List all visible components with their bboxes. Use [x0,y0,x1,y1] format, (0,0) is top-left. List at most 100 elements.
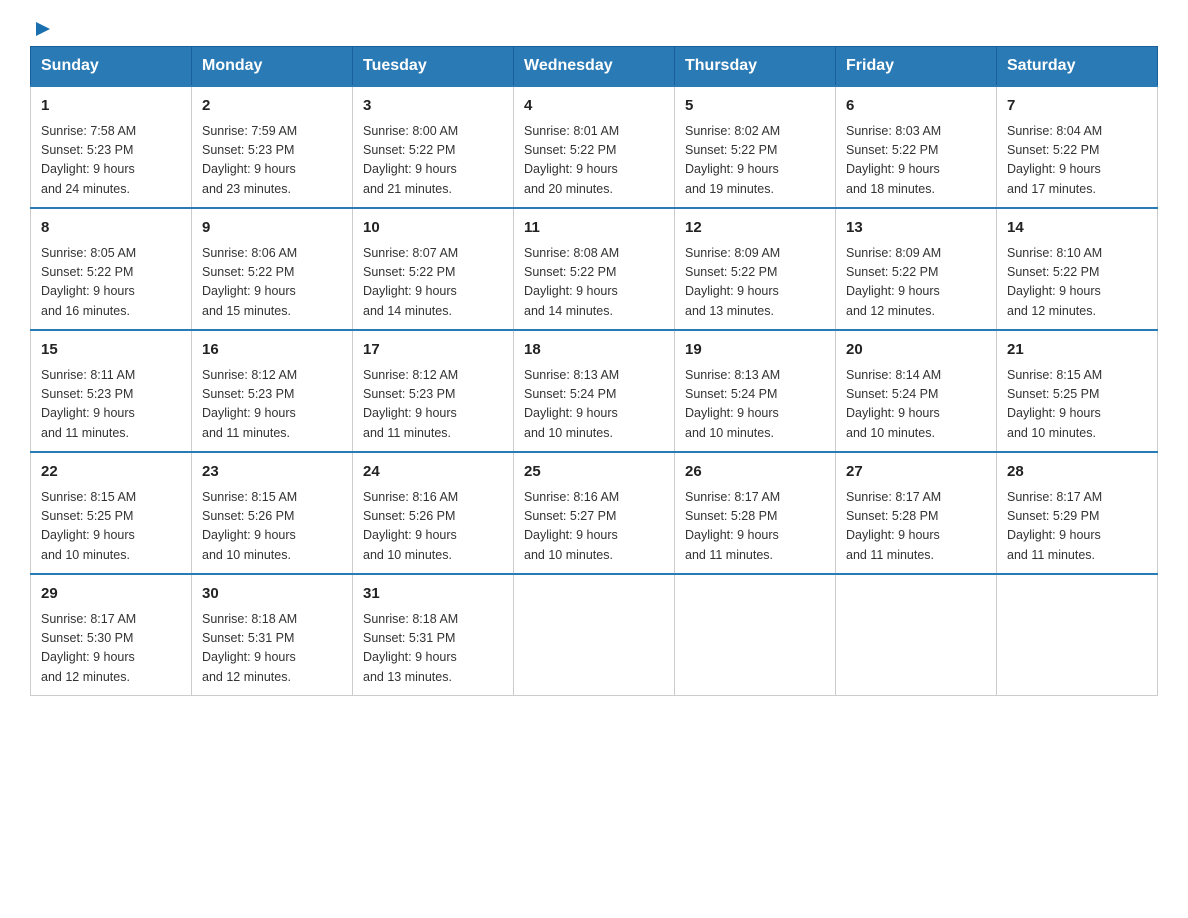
calendar-cell: 25Sunrise: 8:16 AMSunset: 5:27 PMDayligh… [514,452,675,574]
calendar-cell: 15Sunrise: 8:11 AMSunset: 5:23 PMDayligh… [31,330,192,452]
day-info: Sunrise: 8:13 AMSunset: 5:24 PMDaylight:… [685,366,825,444]
calendar-cell: 20 Sunrise: 8:14 AMSunset: 5:24 PMDayligh… [836,330,997,452]
day-number: 25 [524,461,664,484]
calendar-cell: 8 Sunrise: 8:05 AMSunset: 5:22 PMDaylight… [31,208,192,330]
calendar-cell: 24 Sunrise: 8:16 AMSunset: 5:26 PMDayligh… [353,452,514,574]
day-info: Sunrise: 8:17 AMSunset: 5:30 PMDaylight:… [41,610,181,688]
calendar-cell: 16 Sunrise: 8:12 AMSunset: 5:23 PMDayligh… [192,330,353,452]
calendar-cell: 13Sunrise: 8:09 AMSunset: 5:22 PMDayligh… [836,208,997,330]
day-info: Sunrise: 8:15 AMSunset: 5:26 PMDaylight:… [202,488,342,566]
day-info: Sunrise: 8:09 AMSunset: 5:22 PMDaylight:… [846,244,986,322]
day-info: Sunrise: 8:02 AMSunset: 5:22 PMDaylight:… [685,122,825,200]
logo [30,20,54,36]
day-info: Sunrise: 8:17 AMSunset: 5:29 PMDaylight:… [1007,488,1147,566]
day-info: Sunrise: 8:12 AMSunset: 5:23 PMDaylight:… [202,366,342,444]
day-number: 30 [202,583,342,606]
day-number: 21 [1007,339,1147,362]
calendar-cell: 9 Sunrise: 8:06 AMSunset: 5:22 PMDaylight… [192,208,353,330]
day-info: Sunrise: 8:03 AMSunset: 5:22 PMDaylight:… [846,122,986,200]
calendar-cell: 4 Sunrise: 8:01 AMSunset: 5:22 PMDaylight… [514,86,675,208]
calendar-cell: 18 Sunrise: 8:13 AMSunset: 5:24 PMDayligh… [514,330,675,452]
day-info: Sunrise: 8:14 AMSunset: 5:24 PMDaylight:… [846,366,986,444]
day-header-tuesday: Tuesday [353,47,514,87]
day-header-thursday: Thursday [675,47,836,87]
calendar-cell: 12Sunrise: 8:09 AMSunset: 5:22 PMDayligh… [675,208,836,330]
day-number: 16 [202,339,342,362]
calendar-cell: 19 Sunrise: 8:13 AMSunset: 5:24 PMDayligh… [675,330,836,452]
day-header-saturday: Saturday [997,47,1158,87]
day-number: 23 [202,461,342,484]
day-header-sunday: Sunday [31,47,192,87]
calendar-body: 1 Sunrise: 7:58 AMSunset: 5:23 PMDaylight… [31,86,1158,696]
day-number: 8 [41,217,181,240]
calendar-cell: 23 Sunrise: 8:15 AMSunset: 5:26 PMDayligh… [192,452,353,574]
day-info: Sunrise: 8:18 AMSunset: 5:31 PMDaylight:… [202,610,342,688]
day-info: Sunrise: 8:17 AMSunset: 5:28 PMDaylight:… [846,488,986,566]
calendar-header: SundayMondayTuesdayWednesdayThursdayFrid… [31,47,1158,87]
day-info: Sunrise: 8:13 AMSunset: 5:24 PMDaylight:… [524,366,664,444]
calendar-week-1: 1 Sunrise: 7:58 AMSunset: 5:23 PMDaylight… [31,86,1158,208]
day-number: 9 [202,217,342,240]
day-number: 19 [685,339,825,362]
calendar-cell: 29 Sunrise: 8:17 AMSunset: 5:30 PMDayligh… [31,574,192,696]
day-info: Sunrise: 8:12 AMSunset: 5:23 PMDaylight:… [363,366,503,444]
calendar-cell: 21 Sunrise: 8:15 AMSunset: 5:25 PMDayligh… [997,330,1158,452]
calendar-cell: 10Sunrise: 8:07 AMSunset: 5:22 PMDayligh… [353,208,514,330]
calendar-cell: 30 Sunrise: 8:18 AMSunset: 5:31 PMDayligh… [192,574,353,696]
calendar-cell: 11 Sunrise: 8:08 AMSunset: 5:22 PMDayligh… [514,208,675,330]
day-info: Sunrise: 8:08 AMSunset: 5:22 PMDaylight:… [524,244,664,322]
day-number: 14 [1007,217,1147,240]
calendar-cell: 17 Sunrise: 8:12 AMSunset: 5:23 PMDayligh… [353,330,514,452]
calendar-table: SundayMondayTuesdayWednesdayThursdayFrid… [30,46,1158,696]
calendar-week-2: 8 Sunrise: 8:05 AMSunset: 5:22 PMDaylight… [31,208,1158,330]
day-info: Sunrise: 8:07 AMSunset: 5:22 PMDaylight:… [363,244,503,322]
day-info: Sunrise: 8:00 AMSunset: 5:22 PMDaylight:… [363,122,503,200]
logo-arrow-icon [32,18,54,40]
day-number: 3 [363,95,503,118]
day-number: 12 [685,217,825,240]
calendar-cell: 7 Sunrise: 8:04 AMSunset: 5:22 PMDaylight… [997,86,1158,208]
calendar-week-5: 29 Sunrise: 8:17 AMSunset: 5:30 PMDayligh… [31,574,1158,696]
calendar-cell: 1 Sunrise: 7:58 AMSunset: 5:23 PMDaylight… [31,86,192,208]
day-number: 17 [363,339,503,362]
calendar-cell: 6 Sunrise: 8:03 AMSunset: 5:22 PMDaylight… [836,86,997,208]
day-info: Sunrise: 8:05 AMSunset: 5:22 PMDaylight:… [41,244,181,322]
day-info: Sunrise: 7:58 AMSunset: 5:23 PMDaylight:… [41,122,181,200]
day-number: 11 [524,217,664,240]
day-number: 20 [846,339,986,362]
day-info: Sunrise: 8:04 AMSunset: 5:22 PMDaylight:… [1007,122,1147,200]
calendar-week-3: 15Sunrise: 8:11 AMSunset: 5:23 PMDayligh… [31,330,1158,452]
day-info: Sunrise: 8:06 AMSunset: 5:22 PMDaylight:… [202,244,342,322]
calendar-cell [997,574,1158,696]
day-number: 4 [524,95,664,118]
calendar-cell: 28Sunrise: 8:17 AMSunset: 5:29 PMDayligh… [997,452,1158,574]
day-number: 6 [846,95,986,118]
day-number: 18 [524,339,664,362]
day-number: 26 [685,461,825,484]
day-info: Sunrise: 8:10 AMSunset: 5:22 PMDaylight:… [1007,244,1147,322]
day-number: 5 [685,95,825,118]
day-number: 7 [1007,95,1147,118]
calendar-cell: 26 Sunrise: 8:17 AMSunset: 5:28 PMDayligh… [675,452,836,574]
day-info: Sunrise: 8:17 AMSunset: 5:28 PMDaylight:… [685,488,825,566]
day-number: 22 [41,461,181,484]
day-number: 29 [41,583,181,606]
calendar-cell: 27Sunrise: 8:17 AMSunset: 5:28 PMDayligh… [836,452,997,574]
days-of-week-row: SundayMondayTuesdayWednesdayThursdayFrid… [31,47,1158,87]
calendar-cell: 3 Sunrise: 8:00 AMSunset: 5:22 PMDaylight… [353,86,514,208]
calendar-cell: 22Sunrise: 8:15 AMSunset: 5:25 PMDayligh… [31,452,192,574]
day-number: 1 [41,95,181,118]
day-header-monday: Monday [192,47,353,87]
calendar-cell: 31 Sunrise: 8:18 AMSunset: 5:31 PMDayligh… [353,574,514,696]
day-header-wednesday: Wednesday [514,47,675,87]
day-info: Sunrise: 8:11 AMSunset: 5:23 PMDaylight:… [41,366,181,444]
day-info: Sunrise: 8:16 AMSunset: 5:26 PMDaylight:… [363,488,503,566]
day-number: 31 [363,583,503,606]
day-info: Sunrise: 8:15 AMSunset: 5:25 PMDaylight:… [1007,366,1147,444]
day-number: 24 [363,461,503,484]
calendar-cell: 2Sunrise: 7:59 AMSunset: 5:23 PMDaylight… [192,86,353,208]
page-header [30,20,1158,36]
calendar-cell: 14 Sunrise: 8:10 AMSunset: 5:22 PMDayligh… [997,208,1158,330]
day-info: Sunrise: 8:01 AMSunset: 5:22 PMDaylight:… [524,122,664,200]
day-info: Sunrise: 8:18 AMSunset: 5:31 PMDaylight:… [363,610,503,688]
